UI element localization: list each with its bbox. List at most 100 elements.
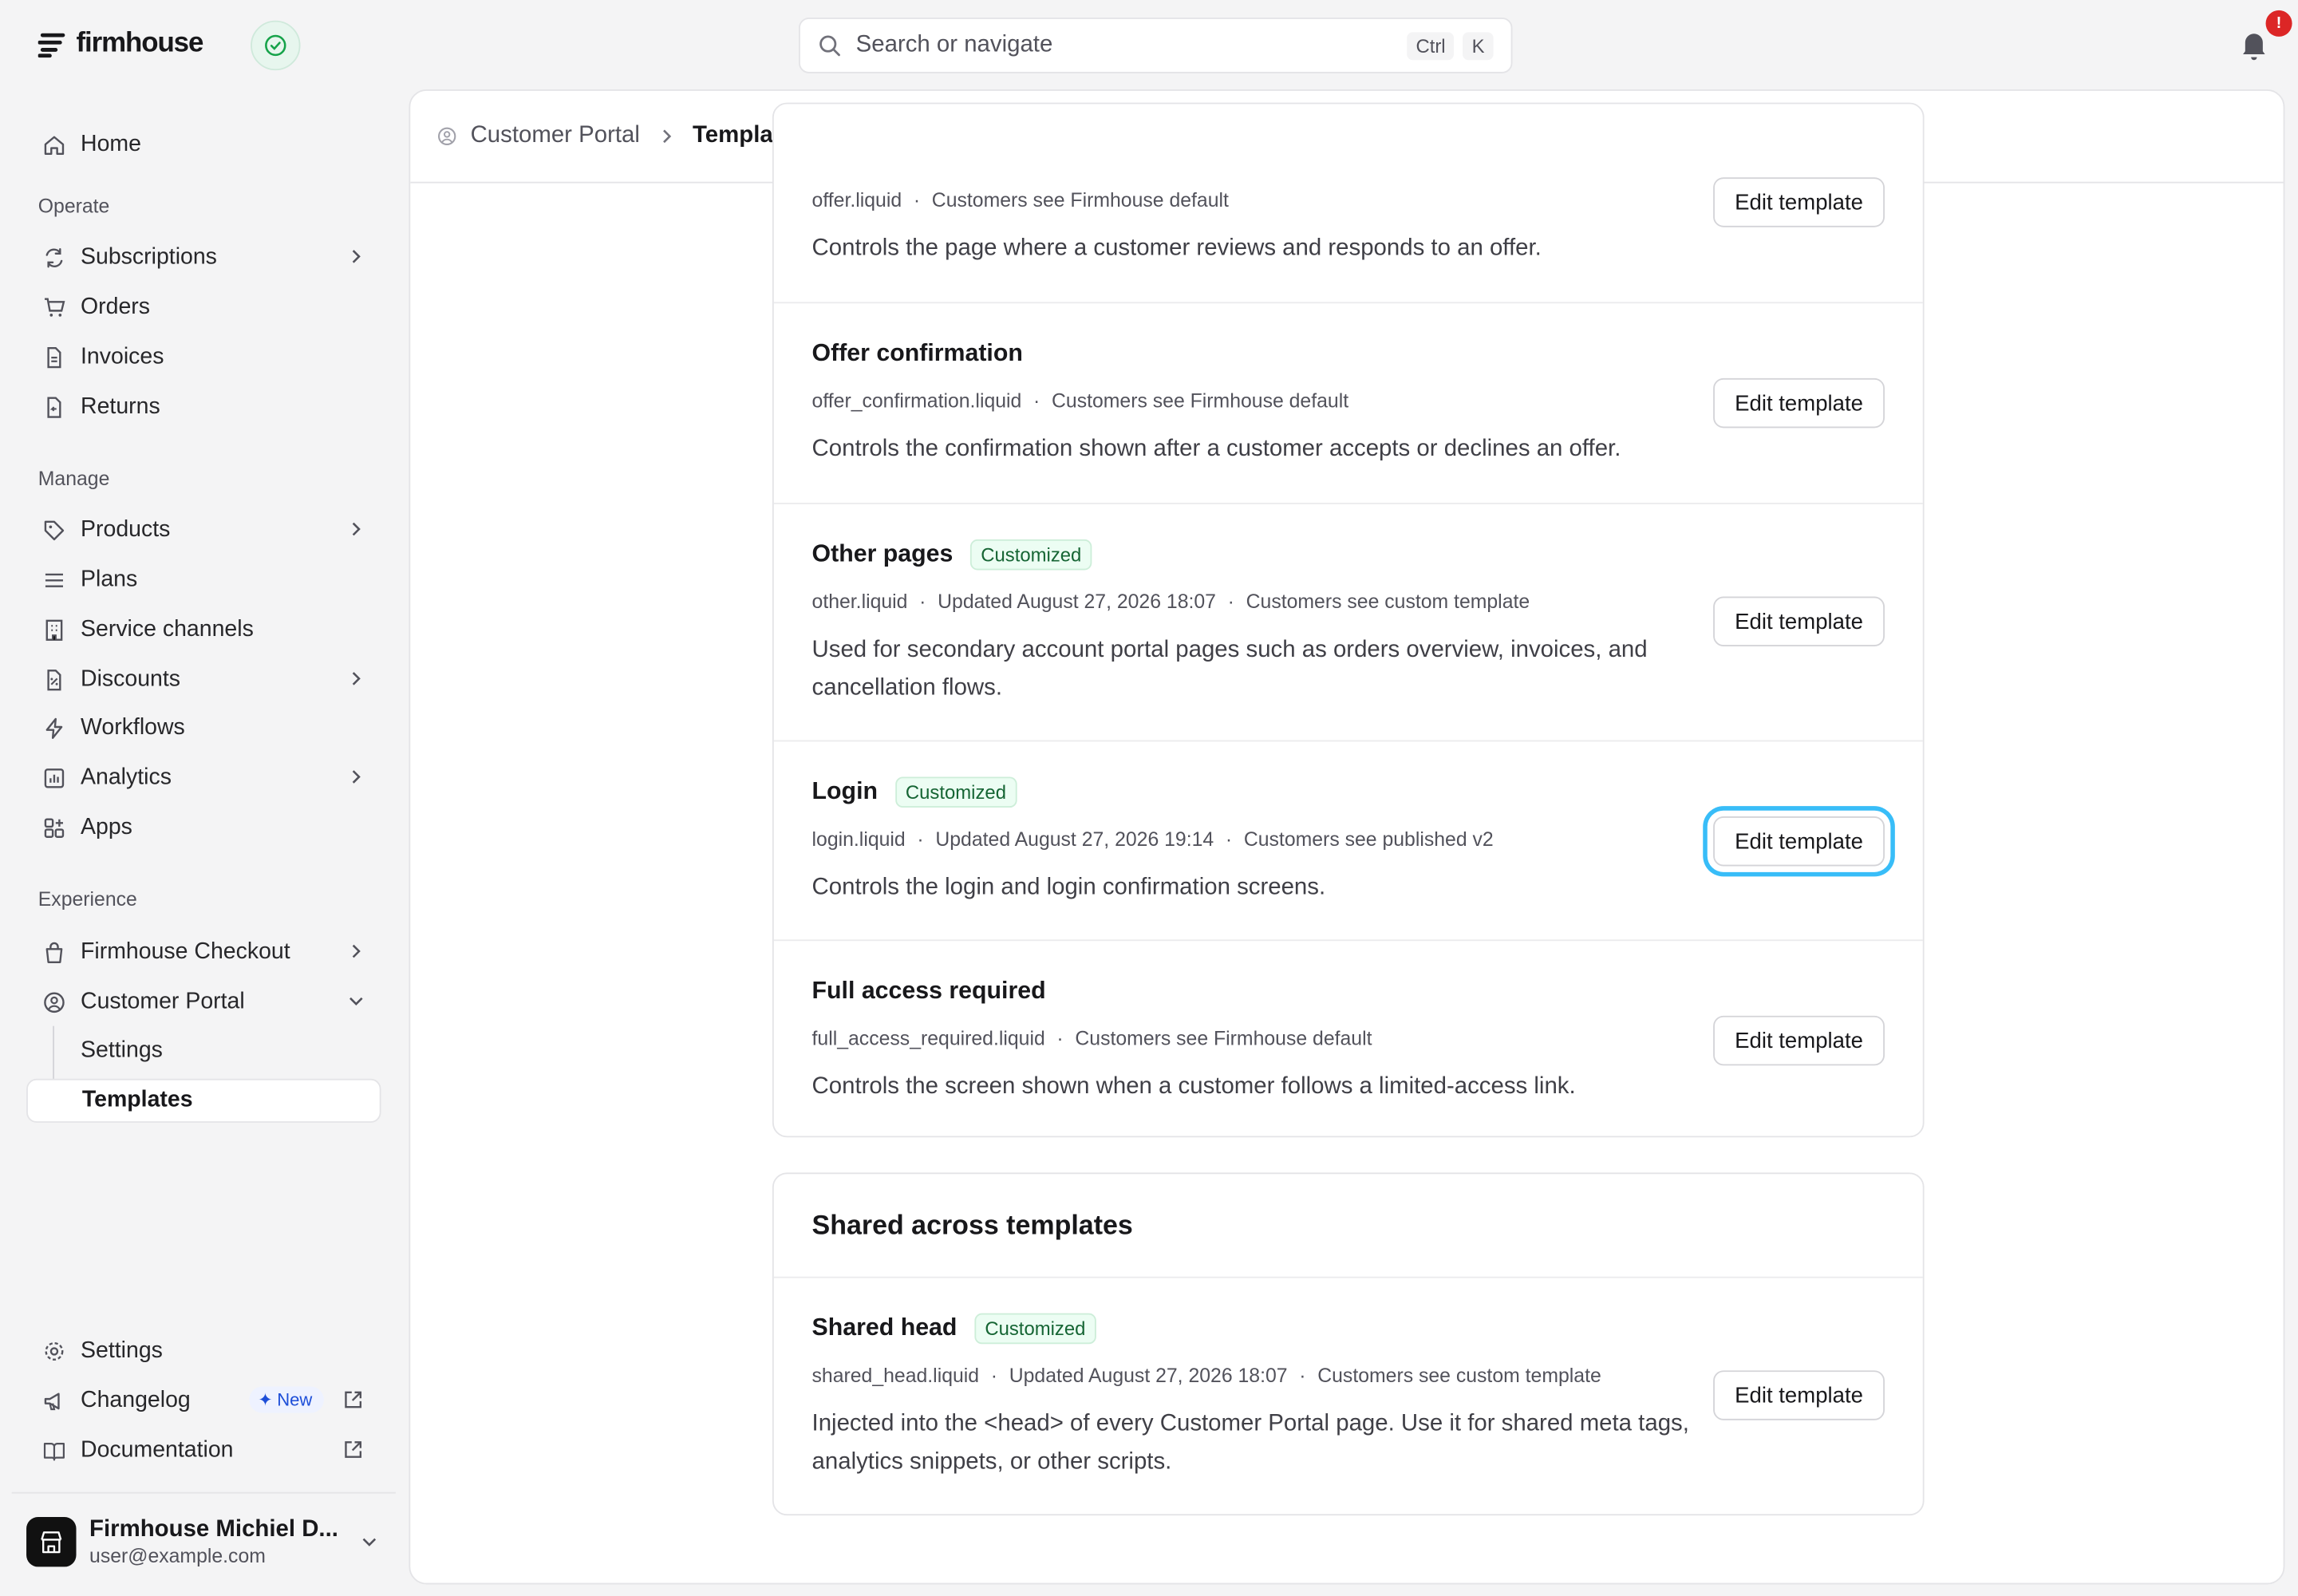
sidebar-item-orders[interactable]: Orders <box>26 284 381 330</box>
user-circle-icon <box>41 989 67 1015</box>
sidebar-item-analytics[interactable]: Analytics <box>26 755 381 800</box>
sidebar-item-home[interactable]: Home <box>26 121 381 167</box>
template-meta: login.liquid · Updated August 27, 2026 19:… <box>811 828 1494 851</box>
edit-template-button[interactable]: Edit template <box>1713 177 1885 227</box>
sidebar-item-settings[interactable]: Settings <box>26 1328 381 1373</box>
discount-icon <box>41 666 67 693</box>
store-avatar-icon <box>26 1516 77 1567</box>
sidebar-item-label: Analytics <box>81 764 172 790</box>
user-circle-icon <box>438 127 456 145</box>
templates-card: offer.liquid · Customers see Firmhouse def… <box>772 102 1925 1139</box>
template-title: Other pages Customized <box>812 539 1092 571</box>
shared-section-heading: Shared across templates <box>811 1209 1133 1240</box>
app-root: firmhouse Search or navigate Ctrl K ! Ho… <box>0 0 2298 1596</box>
template-row: Other pages Customized other.liquid · Upda… <box>773 502 1923 741</box>
breadcrumb-customer-portal[interactable]: Customer Portal <box>471 123 640 149</box>
template-title-text: Shared head <box>811 1314 958 1341</box>
external-link-icon <box>345 1391 362 1408</box>
logo-text: firmhouse <box>76 27 204 59</box>
template-visibility: Customers see Firmhouse default <box>1075 1027 1372 1050</box>
template-description: Controls the confirmation shown after a … <box>811 437 1621 462</box>
template-description: Controls the screen shown when a custome… <box>811 1074 1576 1100</box>
chevron-right-icon <box>662 129 671 144</box>
firmhouse-logo[interactable]: firmhouse <box>38 28 203 60</box>
account-name: Firmhouse Michiel D... <box>89 1516 338 1543</box>
sidebar-item-label: Returns <box>81 393 160 419</box>
sidebar-item-apps[interactable]: Apps <box>26 804 381 850</box>
chart-icon <box>41 764 67 791</box>
list-icon <box>41 567 67 593</box>
chevron-down-icon <box>349 997 363 1005</box>
lightning-icon <box>41 714 67 741</box>
book-icon <box>41 1437 67 1464</box>
search-icon <box>819 35 840 57</box>
customized-badge: Customized <box>974 1313 1096 1345</box>
template-visibility: Customers see Firmhouse default <box>1052 389 1349 413</box>
sidebar-item-customer-portal[interactable]: Customer Portal <box>26 979 381 1025</box>
template-title: Full access required <box>812 978 1046 1005</box>
template-updated: Updated August 27, 2026 18:07 <box>938 591 1216 613</box>
refresh-icon <box>41 244 67 271</box>
template-title-text: Full access required <box>811 978 1046 1005</box>
status-check-icon[interactable] <box>251 20 301 71</box>
template-row: Shared head Customized shared_head.liqui… <box>773 1276 1923 1517</box>
edit-template-button-focused[interactable]: Edit template <box>1713 816 1885 867</box>
sidebar-item-label: Firmhouse Checkout <box>81 938 290 964</box>
edit-template-button[interactable]: Edit template <box>1713 596 1885 646</box>
customized-badge: Customized <box>895 776 1017 808</box>
sidebar-item-label: Products <box>81 516 171 542</box>
cart-icon <box>41 294 67 320</box>
search-input[interactable]: Search or navigate Ctrl K <box>799 18 1513 73</box>
sidebar-item-label: Service channels <box>81 616 254 642</box>
sidebar-item-label: Discounts <box>81 666 181 692</box>
section-label-experience: Experience <box>38 888 137 911</box>
apps-icon <box>41 814 67 840</box>
sidebar-item-documentation[interactable]: Documentation <box>26 1428 381 1473</box>
edit-template-button[interactable]: Edit template <box>1713 1015 1885 1066</box>
external-link-icon <box>345 1441 362 1458</box>
sidebar-item-label: Plans <box>81 566 138 592</box>
sidebar-item-label: Orders <box>81 294 151 319</box>
shortcut-key-k: K <box>1463 31 1494 60</box>
notification-badge: ! <box>2265 10 2292 37</box>
sidebar-item-checkout[interactable]: Firmhouse Checkout <box>26 929 381 974</box>
search-placeholder: Search or navigate <box>855 32 1053 57</box>
sidebar-item-subscriptions[interactable]: Subscriptions <box>26 235 381 280</box>
sidebar-subitem-settings[interactable]: Settings <box>26 1029 381 1073</box>
sidebar-item-discounts[interactable]: Discounts <box>26 657 381 702</box>
sidebar-item-service-channels[interactable]: Service channels <box>26 606 381 652</box>
template-description: Injected into the <head> of every Custom… <box>811 1411 1689 1475</box>
template-title-text: Login <box>811 778 879 805</box>
chevron-right-icon <box>352 944 361 958</box>
edit-template-button[interactable]: Edit template <box>1713 377 1885 429</box>
chevron-right-icon <box>352 250 361 263</box>
sparkle-icon: ✦ <box>258 1389 273 1410</box>
template-visibility: Customers see custom template <box>1246 591 1530 613</box>
sidebar-item-plans[interactable]: Plans <box>26 557 381 602</box>
bell-icon[interactable] <box>2237 26 2272 61</box>
template-row: Full access required full_access_require… <box>773 939 1923 1139</box>
sidebar-item-changelog[interactable]: Changelog <box>26 1377 381 1423</box>
gear-icon <box>41 1337 67 1364</box>
template-description: Controls the login and login confirmatio… <box>811 875 1326 900</box>
sidebar-subitem-templates[interactable]: Templates <box>26 1078 381 1123</box>
template-row: offer.liquid · Customers see Firmhouse def… <box>774 104 1923 302</box>
sidebar-item-workflows[interactable]: Workflows <box>26 705 381 750</box>
sidebar-item-invoices[interactable]: Invoices <box>26 334 381 380</box>
chevron-down-icon <box>362 1538 377 1547</box>
shared-templates-card: Shared across templates Shared head Cust… <box>772 1172 1925 1517</box>
shortcut-key-ctrl: Ctrl <box>1407 31 1455 60</box>
chevron-right-icon <box>352 770 361 784</box>
section-label-manage: Manage <box>38 467 110 490</box>
sidebar-item-label: Documentation <box>81 1436 234 1463</box>
sidebar-item-label: Settings <box>81 1337 163 1363</box>
tag-icon <box>41 516 67 543</box>
new-badge: ✦ New <box>249 1386 325 1413</box>
account-switcher[interactable]: Firmhouse Michiel D... user@example.com <box>11 1491 396 1589</box>
sidebar-item-products[interactable]: Products <box>26 507 381 552</box>
sidebar-item-label: Changelog <box>81 1387 191 1412</box>
template-title: Shared head Customized <box>811 1313 1096 1345</box>
edit-template-button[interactable]: Edit template <box>1713 1370 1885 1420</box>
sidebar-item-returns[interactable]: Returns <box>26 384 381 429</box>
template-meta: other.liquid · Updated August 27, 2026 18:… <box>811 591 1530 613</box>
